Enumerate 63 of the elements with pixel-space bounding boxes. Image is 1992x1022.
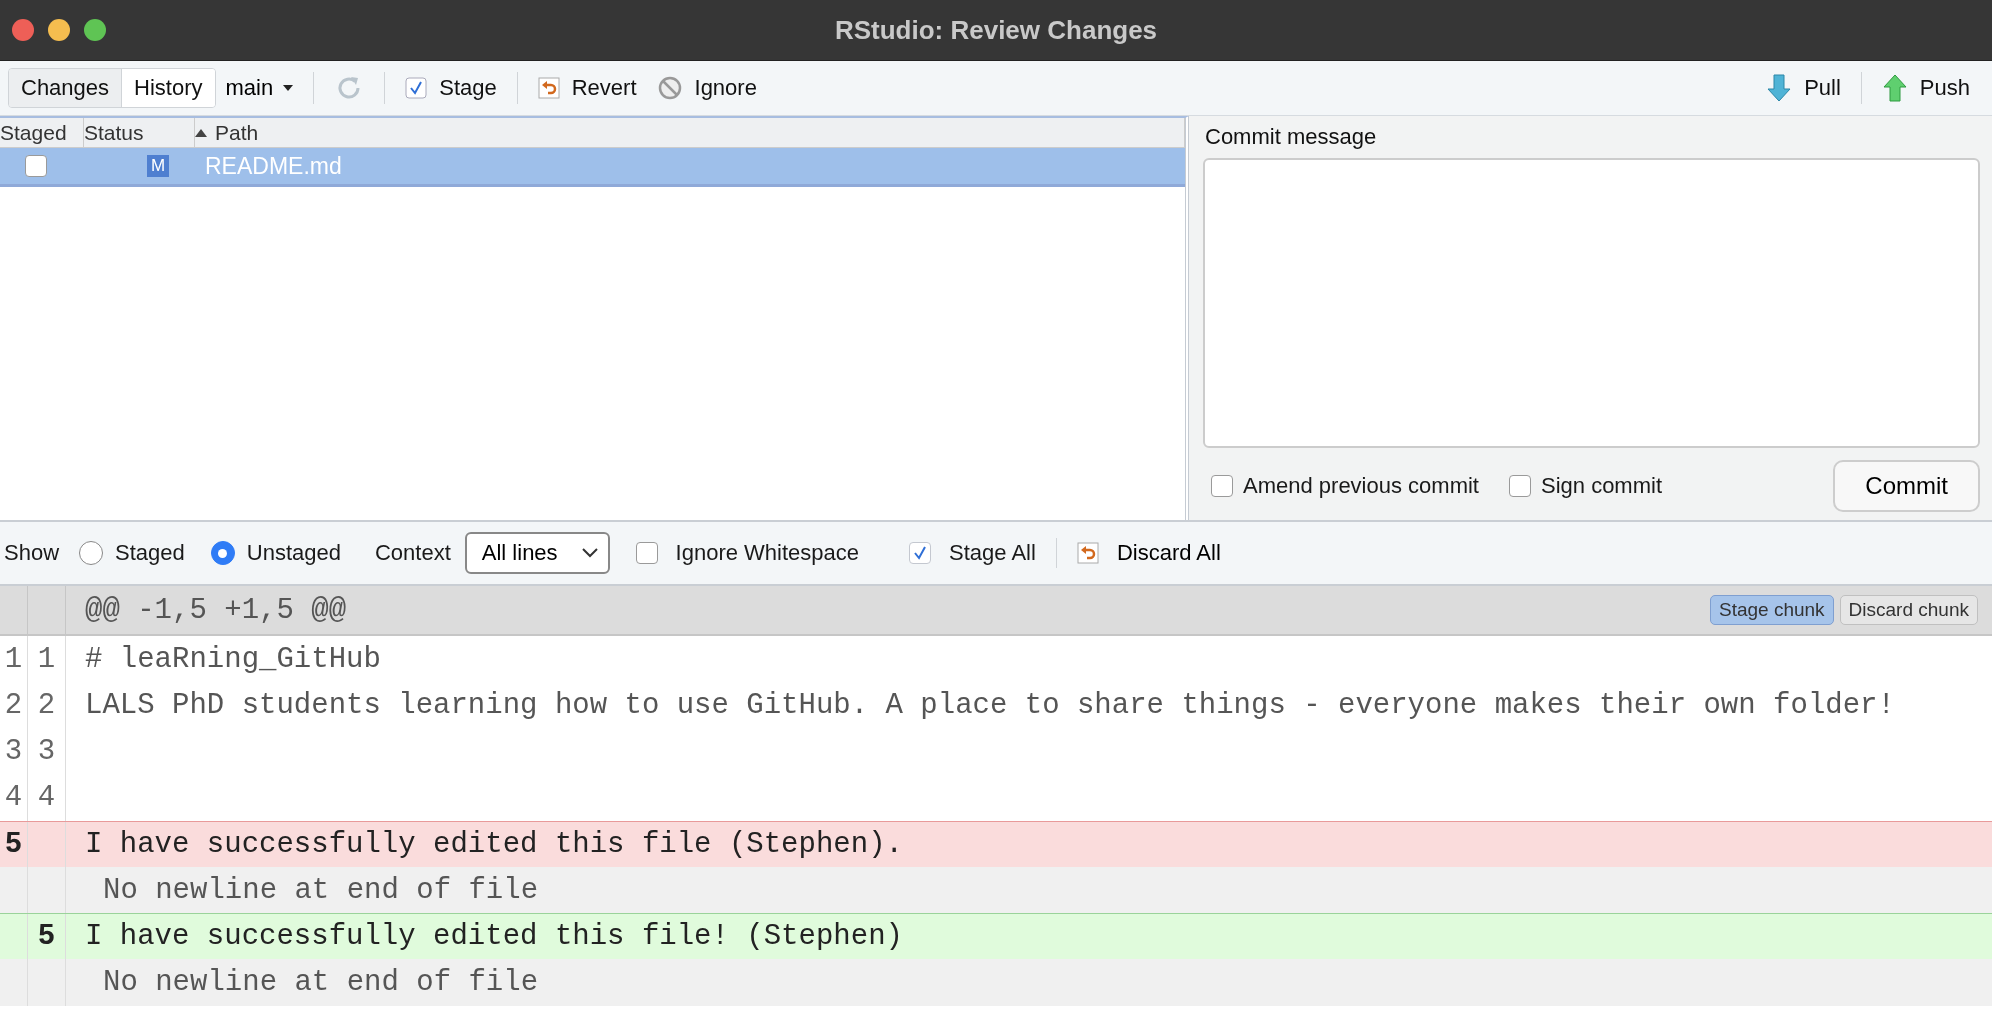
show-label: Show: [4, 540, 60, 566]
view-tab[interactable]: History: [121, 69, 215, 107]
line-number: 3: [28, 728, 66, 775]
close-button[interactable]: [12, 19, 34, 41]
file-row[interactable]: M README.md: [0, 148, 1185, 187]
checkbox-label: Stage All: [949, 540, 1036, 566]
commit-button[interactable]: Commit: [1833, 460, 1980, 512]
revert-button[interactable]: Revert: [527, 75, 647, 101]
column-header[interactable]: Status: [80, 118, 195, 147]
window-title: RStudio: Review Changes: [834, 14, 1158, 46]
commit-message-field[interactable]: [1203, 158, 1980, 448]
checkbox[interactable]: [25, 155, 47, 177]
checkbox-label: Ignore Whitespace: [675, 540, 860, 566]
discard-all-button[interactable]: Discard All: [1076, 540, 1221, 566]
push-button[interactable]: Push: [1871, 73, 1980, 103]
hunk-header: @@ -1,5 +1,5 @@: [85, 593, 347, 627]
chunk-button[interactable]: Discard chunk: [1839, 595, 1978, 625]
chunk-button[interactable]: Stage chunk: [1709, 595, 1834, 625]
checkmark-icon: [912, 545, 929, 561]
commit-message-label: Commit message: [1205, 124, 1378, 150]
column-header[interactable]: Staged: [0, 118, 84, 147]
context-line: LALS PhD students learning how to use GitHub. A place to share things - everyone makes their own folder!: [85, 688, 1895, 722]
column-header[interactable]: Path: [191, 118, 1185, 147]
view-tab[interactable]: Changes: [9, 69, 122, 107]
checkbox[interactable]: [909, 542, 932, 564]
no-newline-note: No newline at end of file: [103, 965, 539, 999]
down-arrow-icon: [1766, 73, 1793, 103]
no-newline-note: No newline at end of file: [103, 873, 539, 907]
context-line: # leaRning_GitHub: [85, 642, 381, 676]
line-number: 1: [0, 636, 28, 683]
line-number: 2: [0, 682, 28, 729]
added-line: I have successfully edited this file! (Stephen): [85, 920, 903, 954]
stage-button[interactable]: Stage: [395, 75, 507, 101]
chevron-down-icon: [581, 548, 598, 558]
deleted-line: I have successfully edited this file (Stephen).: [85, 827, 903, 861]
line-number: 4: [28, 774, 66, 821]
radio-button[interactable]: [79, 541, 104, 565]
checkbox-label: Sign commit: [1541, 473, 1663, 499]
checkbox[interactable]: [1509, 475, 1531, 497]
radio-button[interactable]: [210, 541, 235, 565]
zoom-button[interactable]: [84, 19, 106, 41]
line-number: 5: [0, 821, 28, 867]
checkbox[interactable]: [635, 542, 658, 564]
status-badge: M: [147, 155, 169, 177]
ignore-button[interactable]: Ignore: [646, 75, 767, 101]
line-number: 2: [28, 682, 66, 729]
pull-button[interactable]: Pull: [1756, 73, 1851, 103]
prohibited-icon: [656, 75, 683, 101]
file-path: README.md: [204, 152, 343, 180]
line-number: 4: [0, 774, 28, 821]
line-number: 1: [28, 636, 66, 683]
caret-icon: [283, 85, 294, 91]
checkbox-icon: [405, 77, 428, 99]
line-number: 3: [0, 728, 28, 775]
radio-label: Unstaged: [246, 540, 341, 566]
minimize-button[interactable]: [48, 19, 70, 41]
radio-label: Staged: [115, 540, 185, 566]
context-label: Context: [374, 540, 451, 566]
branch-dropdown[interactable]: main: [225, 75, 294, 101]
checkbox-label: Amend previous commit: [1243, 473, 1479, 499]
up-arrow-icon: [1881, 73, 1908, 103]
checkbox[interactable]: [1211, 475, 1233, 497]
context-dropdown[interactable]: All lines: [464, 532, 610, 574]
